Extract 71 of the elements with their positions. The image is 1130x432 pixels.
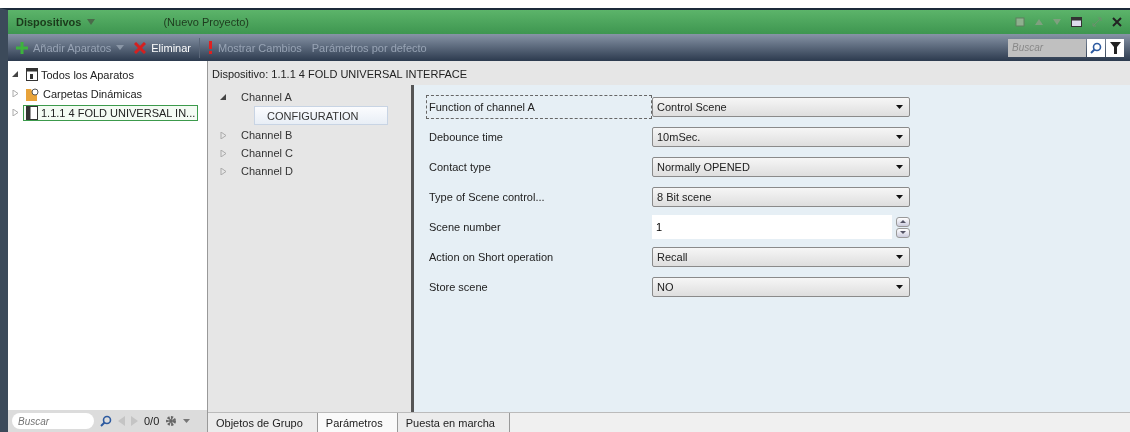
dropdown[interactable]: NO xyxy=(652,277,910,297)
previous-icon[interactable] xyxy=(118,416,125,426)
caret-icon[interactable] xyxy=(183,419,191,423)
channel-item[interactable]: Channel D xyxy=(241,165,293,177)
search-icon xyxy=(1090,41,1102,54)
channel-item[interactable]: Channel A xyxy=(241,91,292,103)
tree-item[interactable]: Carpetas Dinámicas xyxy=(23,85,146,102)
caret-icon xyxy=(896,195,903,199)
parameter-label: Type of Scene control... xyxy=(428,190,546,205)
tab[interactable]: Objetos de Grupo xyxy=(208,413,318,432)
increment-button[interactable] xyxy=(896,216,910,227)
expand-icon[interactable] xyxy=(220,149,227,157)
parameter-label: Store scene xyxy=(428,280,489,295)
dock-icon[interactable] xyxy=(1071,17,1082,27)
restore-icon[interactable] xyxy=(1092,17,1102,27)
channel-item[interactable]: Channel C xyxy=(241,147,293,159)
folder-search-icon xyxy=(26,86,40,101)
caret-icon xyxy=(896,135,903,139)
tree-item[interactable]: 1.1.1 4 FOLD UNIVERSAL IN... xyxy=(23,104,199,121)
result-counter: 0/0 xyxy=(144,415,160,427)
window-icon[interactable] xyxy=(1015,17,1025,27)
channel-subitem[interactable]: CONFIGURATION xyxy=(254,106,388,125)
window-title[interactable]: Dispositivos xyxy=(16,16,82,28)
filter-icon xyxy=(1109,41,1121,54)
search-field[interactable]: Buscar xyxy=(1008,38,1086,57)
parameter-label: Scene number xyxy=(428,220,502,235)
tree-item[interactable]: Todos los Aparatos xyxy=(23,67,137,82)
parameter-label: Function of channel A xyxy=(426,95,652,119)
decrement-button[interactable] xyxy=(896,227,910,238)
search-field[interactable]: Buscar xyxy=(12,413,94,429)
plus-icon xyxy=(16,41,28,54)
collapse-icon[interactable] xyxy=(12,71,19,78)
next-icon[interactable] xyxy=(131,416,138,426)
dropdown[interactable]: 8 Bit scene xyxy=(652,187,910,207)
device-header: Dispositivo: 1.1.1 4 FOLD UNIVERSAL INTERFACE xyxy=(211,67,469,82)
channel-item[interactable]: Channel B xyxy=(241,129,293,141)
expand-icon[interactable] xyxy=(12,109,19,116)
search-icon[interactable] xyxy=(100,415,112,427)
project-name: (Nuevo Proyecto) xyxy=(163,16,249,28)
down-arrow-icon[interactable] xyxy=(1053,19,1061,25)
caret-icon xyxy=(896,165,903,169)
toolbar-button[interactable]: Eliminar xyxy=(132,41,193,54)
exclamation-icon xyxy=(208,41,213,54)
tab[interactable]: Parámetros xyxy=(317,413,398,432)
list-icon xyxy=(26,68,38,81)
settings-icon[interactable] xyxy=(165,415,178,427)
dropdown[interactable]: Recall xyxy=(652,247,910,267)
caret-icon[interactable] xyxy=(87,19,96,25)
dropdown[interactable]: 10mSec. xyxy=(652,127,910,147)
caret-icon xyxy=(896,255,903,259)
expand-icon[interactable] xyxy=(220,167,227,175)
search-button[interactable] xyxy=(1087,38,1105,57)
expand-icon[interactable] xyxy=(12,90,19,97)
parameter-label: Action on Short operation xyxy=(428,250,555,265)
filter-button[interactable] xyxy=(1106,38,1124,57)
expand-icon[interactable] xyxy=(220,131,227,139)
up-arrow-icon xyxy=(900,220,906,223)
tab[interactable]: Puesta en marcha xyxy=(397,413,510,432)
caret-icon xyxy=(896,105,903,109)
close-icon[interactable] xyxy=(1112,17,1122,27)
dropdown[interactable]: Normally OPENED xyxy=(652,157,910,177)
number-field[interactable]: 1 xyxy=(652,215,892,239)
delete-icon xyxy=(134,41,147,54)
down-arrow-icon xyxy=(900,231,906,234)
up-arrow-icon[interactable] xyxy=(1035,19,1043,25)
parameter-label: Debounce time xyxy=(428,130,504,145)
dropdown[interactable]: Control Scene xyxy=(652,97,910,117)
device-icon xyxy=(26,105,38,120)
collapse-icon[interactable] xyxy=(220,93,227,101)
parameter-label: Contact type xyxy=(428,160,492,175)
caret-icon xyxy=(896,285,903,289)
